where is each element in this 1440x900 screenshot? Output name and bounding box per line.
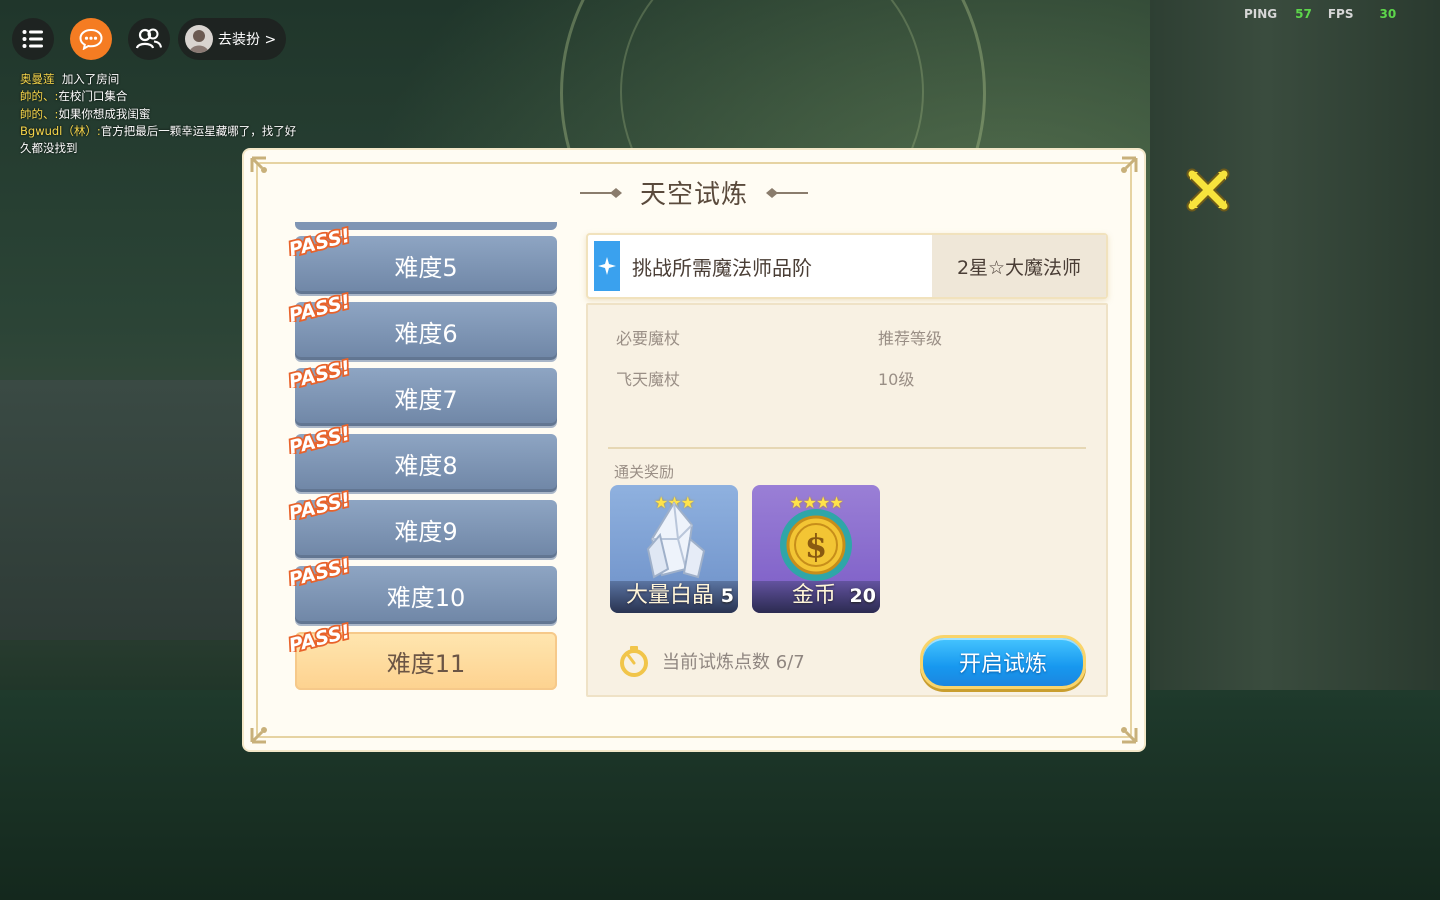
close-button[interactable] <box>1186 168 1230 212</box>
sparkle-icon <box>594 241 620 291</box>
chat-line: 帥的、:在校门口集合 <box>20 89 128 104</box>
reward-count: 5 <box>720 585 734 607</box>
fps-value: 30 <box>1379 7 1397 21</box>
reward-name: 大量白晶 <box>626 583 715 608</box>
title-ornament-right-icon <box>766 187 808 198</box>
chat-log: 奥曼莲 加入了房间 帥的、:在校门口集合 帥的、:如果你想成我闺蜜 Bgwudl… <box>20 71 305 157</box>
trial-points: 当前试炼点数 6/7 <box>618 645 805 677</box>
pass-badge: PASS! <box>285 424 354 454</box>
trial-points-text: 当前试炼点数 6/7 <box>662 652 805 673</box>
background-stage <box>0 380 250 640</box>
chat-button[interactable] <box>70 18 112 60</box>
rewards-title: 通关奖励 <box>614 463 675 481</box>
svg-text:PASS!: PASS! <box>287 556 353 586</box>
chat-line: 奥曼莲 加入了房间 <box>20 72 120 86</box>
ping-value: 57 <box>1295 7 1312 21</box>
corner-ornament-icon <box>250 727 267 744</box>
dress-up-button[interactable]: 去装扮 > <box>178 18 286 60</box>
gold-coin-icon: $ <box>780 509 852 581</box>
reward-item-gold[interactable]: ★★★★ $ 金币 20 <box>752 485 880 613</box>
pass-badge: PASS! <box>285 556 354 586</box>
dialog-title: 天空试炼 <box>639 180 748 210</box>
title-ornament-left-icon <box>579 187 622 198</box>
avatar <box>185 25 213 53</box>
requirement-label: 挑战所需魔法师品阶 <box>632 256 812 280</box>
svg-text:PASS!: PASS! <box>287 226 353 256</box>
difficulty-list[interactable]: 难度5 难度6 难度7 难度8 难度9 难度10 难度11 PASS! PASS… <box>284 222 564 700</box>
dialog-title-row: 天空试炼 <box>244 174 1144 211</box>
recommended-level-header: 推荐等级 <box>878 329 943 348</box>
start-trial-label: 开启试炼 <box>958 652 1047 677</box>
pass-badge: PASS! <box>285 226 354 256</box>
corner-ornament-icon <box>1121 727 1138 744</box>
svg-text:PASS!: PASS! <box>287 490 353 520</box>
reward-count: 20 <box>849 585 876 607</box>
svg-text:PASS!: PASS! <box>287 292 353 322</box>
required-wand-value: 飞天魔杖 <box>616 370 681 389</box>
list-icon <box>22 30 43 48</box>
stopwatch-icon <box>620 646 648 677</box>
pass-badge: PASS! <box>285 292 354 322</box>
reward-item-crystal[interactable]: ★★★ 大量白晶 5 <box>610 485 738 613</box>
performance-stats: PING 57 FPS 30 <box>1244 7 1396 21</box>
pass-badge: PASS! <box>285 358 354 388</box>
required-wand-header: 必要魔杖 <box>616 329 681 348</box>
recommended-level-value: 10级 <box>878 370 915 389</box>
requirement-value: 2星☆大魔法师 <box>932 235 1106 297</box>
sky-trial-dialog: 天空试炼 难度5 难度6 难度7 难度8 难度9 难度10 难度11 PASS!… <box>244 150 1144 750</box>
dress-up-label: 去装扮 > <box>218 32 277 48</box>
divider <box>608 447 1086 449</box>
chat-line: 帥的、:如果你想成我闺蜜 <box>20 106 151 121</box>
fps-label: FPS <box>1327 7 1354 21</box>
crystal-icon <box>646 501 706 579</box>
close-icon <box>1186 168 1230 212</box>
pass-badge: PASS! <box>285 490 354 520</box>
menu-button[interactable] <box>12 18 54 60</box>
svg-text:$: $ <box>805 527 827 565</box>
pass-badge: PASS! <box>285 622 354 652</box>
trial-info-box: 必要魔杖 推荐等级 飞天魔杖 10级 通关奖励 ★★★ 大量白晶 5 ★★★★ <box>586 303 1108 697</box>
start-trial-button[interactable]: 开启试炼 <box>920 635 1086 689</box>
chat-bubble-icon <box>79 28 103 50</box>
requirement-box: 挑战所需魔法师品阶 2星☆大魔法师 <box>586 233 1108 299</box>
friends-button[interactable] <box>128 18 170 60</box>
ping-label: PING <box>1244 7 1278 21</box>
svg-text:PASS!: PASS! <box>287 358 353 388</box>
svg-text:PASS!: PASS! <box>287 622 353 652</box>
reward-name: 金币 <box>792 583 837 608</box>
svg-text:PASS!: PASS! <box>287 424 353 454</box>
friends-icon <box>136 28 162 49</box>
